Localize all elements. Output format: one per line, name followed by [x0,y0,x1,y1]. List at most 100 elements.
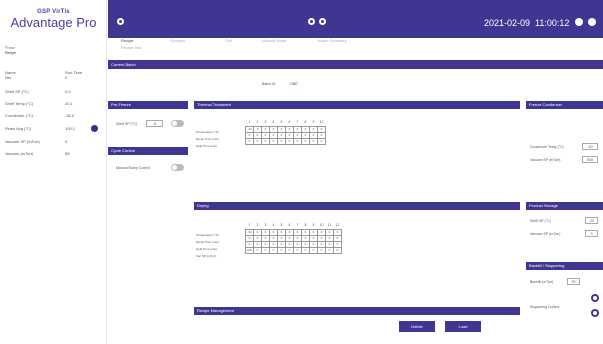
table-cell[interactable]: 0 [317,246,326,254]
col-header: 7 [296,223,299,228]
stopper-up-icon[interactable] [591,294,599,302]
col-header: 9 [312,223,315,228]
sidebar-item-value: -35.0 [65,113,75,118]
sidebar-item: Shelf Temp (°C) 20.1 [5,101,102,109]
col-header: 10 [319,120,324,125]
col-header: 6 [288,223,291,228]
vacuum-sp-label: Vacuum SP (mTorr) [530,158,561,162]
pre-freeze-bar: Pre-Freeze [108,101,188,109]
col-header: 1 [248,120,251,125]
status-row: Idle 0 [5,75,102,83]
info-icon[interactable] [91,125,98,132]
storage-shelf-label: Shelf SP (°C) [530,219,551,223]
drying-row-label: Hold Time (min) [196,247,218,251]
freeze-condenser-bar: Freeze Condenser [526,101,603,109]
manual-ramp-toggle[interactable] [171,164,184,171]
storage-vacuum-input[interactable]: 0 [585,230,598,237]
sidebar-item-label: Vacuum (mTorr) [5,151,34,156]
tab-manual-mode[interactable]: Manual Mode [262,38,286,43]
table-cell[interactable]: 0 [309,137,318,145]
sidebar-item-label: Pirani Avg (°C) [5,126,32,131]
status-icon-1[interactable] [308,18,315,25]
tab-recipe[interactable]: Recipe [121,38,133,43]
manual-ramp-label: Manual Ramp Control [116,166,151,170]
sidebar-item: Shelf SP (°C) 0.0 [5,89,102,97]
table-cell[interactable]: 0 [293,246,302,254]
time-display: 11:00:12 [535,18,570,28]
delete-button[interactable]: Delete [399,321,435,332]
storage-shelf-input[interactable]: -20 [585,217,598,224]
condenser-temp-input[interactable]: -40 [582,143,598,150]
thermal-table: 1 2 3 4 5 6 7 8 9 10 -34 -5 0 0 0 0 0 0 … [245,119,326,145]
sidebar-item-value: 0.0 [65,89,71,94]
col-header: 4 [272,120,275,125]
tab-cell[interactable]: Cell [225,38,232,43]
sidebar-item-label: Vacuum SP (mTorr) [5,139,40,144]
product-title: Advantage Pro [10,15,97,30]
table-cell[interactable]: 0 [269,246,278,254]
drying-row-label: Vac SP (mTorr) [196,254,217,258]
thermal-row-label: Ramp Time (min) [196,137,220,141]
thermal-row-label: Temperature (°C) [196,130,220,134]
table-cell[interactable]: 0 [333,246,342,254]
table-cell[interactable]: 0 [277,137,286,145]
vacuum-sp-input[interactable]: 500 [582,156,598,163]
table-cell[interactable]: 0 [325,246,334,254]
backfill-input[interactable]: 25 [567,278,580,285]
info-icon[interactable] [588,18,596,26]
tab-alarm-summary[interactable]: Alarm Summary [318,38,347,43]
table-cell[interactable]: 0 [269,137,278,145]
status-value: 0 [65,75,68,80]
col-header: 9 [312,120,315,125]
table-cell[interactable]: 0 [301,137,310,145]
sidebar-item-label: Condenser (°C) [5,113,33,118]
table-cell[interactable]: 0 [261,137,270,145]
table-cell[interactable]: 0 [245,137,254,145]
sidebar-item: Vacuum (mTorr) 88 [5,151,102,159]
table-cell[interactable]: 0 [317,137,326,145]
condenser-temp-label: Condenser Temp (°C) [530,145,564,149]
pre-freeze-input[interactable]: -5 [146,120,163,127]
menu-icon[interactable] [117,18,124,25]
thermal-row-label: Hold Time (min) [196,144,218,148]
sidebar-item-value: 20.1 [65,101,73,106]
table-cell[interactable]: 0 [277,246,286,254]
tab-recipe-info[interactable]: Recipe Info [121,45,141,50]
user-icon[interactable] [575,18,583,26]
table-row: 100 0 0 0 0 0 0 0 0 0 0 0 [245,246,342,254]
table-cell[interactable]: 0 [285,246,294,254]
col-header: 11 [327,223,332,228]
sidebar-item: Vacuum SP (mTorr) 0 [5,139,102,147]
sidebar-item-value: 100.1 [65,126,76,131]
table-cell[interactable]: 0 [253,137,262,145]
load-button[interactable]: Load [445,321,481,332]
col-header: 5 [280,223,283,228]
sidebar-item-value: 0 [65,139,68,144]
table-cell[interactable]: 0 [261,246,270,254]
pre-freeze-toggle[interactable] [171,120,184,127]
table-cell[interactable]: 0 [285,137,294,145]
tab-synoptic[interactable]: Synoptic [170,38,185,43]
table-cell[interactable]: 0 [293,137,302,145]
table-cell[interactable]: 0 [253,246,262,254]
table-cell[interactable]: 0 [301,246,310,254]
table-row: 0 0 0 0 0 0 0 0 0 0 [245,137,326,145]
col-header: 1 [248,223,251,228]
current-batch-bar: Current Batch [108,60,603,69]
cycle-control-bar: Cycle Control [108,147,188,155]
phase-label: Phase [5,46,15,50]
sidebar-item: Pirani Avg (°C) 100.1 [5,125,102,134]
table-cell[interactable]: 0 [309,246,318,254]
status-label: Idle [5,75,12,80]
status-icon-2[interactable] [319,18,326,25]
col-header: 7 [296,120,299,125]
backfill-bar: Backfill / Stoppering [526,262,603,270]
col-header: 8 [304,223,307,228]
sidebar-item: Condenser (°C) -35.0 [5,113,102,121]
pre-freeze-label: Shelf SP (°C) [116,122,137,126]
phase-value: Recipe [5,51,16,55]
col-header: 2 [256,120,259,125]
stopper-down-icon[interactable] [591,309,599,317]
sidebar-item-value: 88 [65,151,70,156]
table-cell[interactable]: 100 [245,246,254,254]
